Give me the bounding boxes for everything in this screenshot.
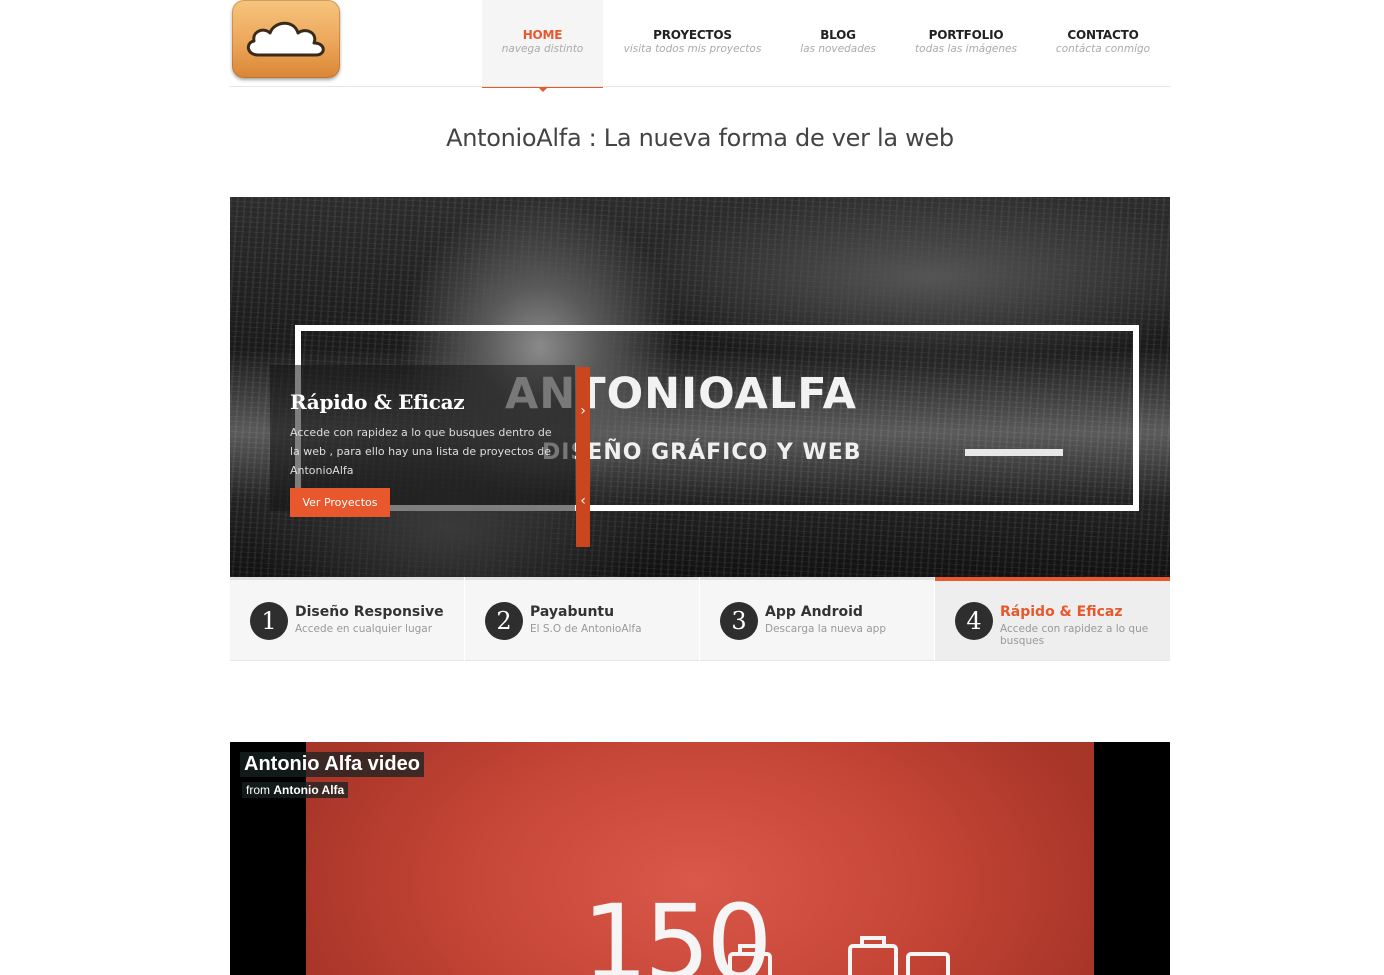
nav-item-portfolio[interactable]: PORTFOLIO todas las imágenes bbox=[905, 0, 1027, 87]
nav-label: HOME bbox=[522, 28, 563, 42]
caption-text: Accede con rapidez a lo que busques dent… bbox=[290, 426, 552, 477]
tab-title: Diseño Responsive bbox=[295, 604, 444, 620]
nav-sub: las novedades bbox=[800, 43, 876, 55]
nav-item-home[interactable]: HOME navega distinto bbox=[482, 0, 603, 92]
page-tagline: AntonioAlfa : La nueva forma de ver la w… bbox=[446, 124, 954, 152]
video-title[interactable]: Antonio Alfa video bbox=[240, 752, 424, 777]
tab-number: 1 bbox=[250, 602, 288, 640]
tab-title: App Android bbox=[765, 604, 863, 620]
nav-item-contacto[interactable]: CONTACTO contácta conmigo bbox=[1047, 0, 1159, 87]
slider-tabs: 1 Diseño Responsive Accede en cualquier … bbox=[230, 577, 1170, 661]
tab-title: Rápido & Eficaz bbox=[1000, 604, 1123, 620]
nav-item-proyectos[interactable]: PROYECTOS visita todos mis proyectos bbox=[614, 0, 771, 87]
chevron-right-icon[interactable]: › bbox=[577, 403, 589, 419]
nav-label: PORTFOLIO bbox=[928, 28, 1004, 42]
tab-number: 3 bbox=[720, 602, 758, 640]
byline-author[interactable]: Antonio Alfa bbox=[273, 783, 344, 797]
tab-number: 4 bbox=[955, 602, 993, 640]
slider-nav-bar bbox=[576, 367, 590, 547]
suitcase-icon bbox=[728, 936, 950, 975]
tab-title: Payabuntu bbox=[530, 604, 615, 620]
slider-tab-3[interactable]: 3 App Android Descarga la nueva app bbox=[700, 577, 934, 661]
nav-label: CONTACTO bbox=[1067, 28, 1139, 42]
tab-subtitle: Accede en cualquier lugar bbox=[295, 623, 433, 635]
site-logo[interactable] bbox=[232, 0, 340, 78]
ver-proyectos-button[interactable]: Ver Proyectos bbox=[290, 488, 390, 517]
cloud-icon bbox=[246, 21, 325, 57]
tab-subtitle: Descarga la nueva app bbox=[765, 623, 887, 635]
tab-subtitle: Accede con rapidez a lo que busques bbox=[1000, 623, 1149, 647]
nav-label: BLOG bbox=[820, 28, 856, 42]
header-divider bbox=[230, 86, 1170, 87]
slider-tab-4[interactable]: 4 Rápido & Eficaz Accede con rapidez a l… bbox=[935, 577, 1170, 661]
nav-sub: visita todos mis proyectos bbox=[623, 43, 762, 55]
nav-sub: todas las imágenes bbox=[915, 43, 1017, 55]
slider-tab-2[interactable]: 2 Payabuntu El S.O de AntonioAlfa bbox=[465, 577, 699, 661]
nav-item-blog[interactable]: BLOG las novedades bbox=[790, 0, 886, 87]
tab-number: 2 bbox=[485, 602, 523, 640]
caption-title: Rápido & Eficaz bbox=[290, 390, 465, 414]
nav-label: PROYECTOS bbox=[653, 28, 732, 42]
nav-sub: navega distinto bbox=[501, 43, 584, 55]
slider-tab-1[interactable]: 1 Diseño Responsive Accede en cualquier … bbox=[230, 577, 464, 661]
byline-prefix: from bbox=[246, 783, 270, 797]
hero-slider: ANTONIOALFA DISEÑO GRÁFICO Y WEB Rápido … bbox=[230, 197, 1170, 577]
tab-subtitle: El S.O de AntonioAlfa bbox=[530, 623, 642, 635]
brand-dash bbox=[965, 449, 1063, 456]
chevron-left-icon[interactable]: ‹ bbox=[577, 493, 589, 509]
nav-sub: contácta conmigo bbox=[1055, 43, 1151, 55]
video-player[interactable]: 150 Antonio Alfa video from Antonio Alfa bbox=[230, 742, 1170, 975]
video-byline: from Antonio Alfa bbox=[242, 782, 349, 798]
